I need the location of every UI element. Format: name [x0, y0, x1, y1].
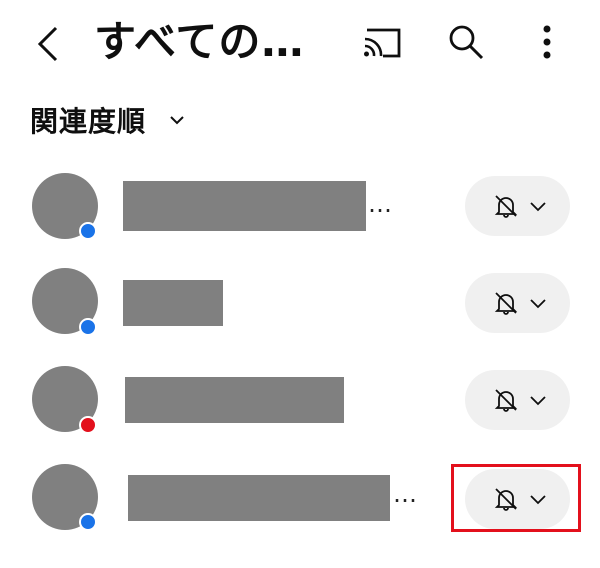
chevron-left-icon[interactable] — [30, 24, 66, 64]
channel-row[interactable]: … — [0, 158, 600, 254]
search-icon[interactable] — [446, 22, 486, 62]
name-ellipsis: … — [393, 480, 418, 508]
top-bar: すべての… — [0, 0, 600, 90]
notification-button[interactable] — [465, 176, 570, 236]
status-dot — [79, 318, 97, 336]
channel-name-redacted — [123, 181, 366, 231]
sort-label: 関連度順 — [30, 105, 147, 138]
status-dot — [79, 513, 97, 531]
bell-off-icon — [494, 389, 518, 412]
channel-row[interactable] — [0, 254, 600, 350]
status-dot — [79, 222, 97, 240]
chevron-down-icon — [170, 116, 184, 125]
channel-name-redacted — [125, 377, 344, 423]
chevron-down-icon — [530, 396, 546, 406]
highlight-box — [451, 464, 581, 532]
channel-name-redacted — [128, 475, 390, 521]
page-title: すべての… — [94, 17, 305, 66]
status-dot — [79, 416, 97, 434]
bell-off-icon — [494, 195, 518, 218]
chevron-down-icon — [530, 202, 546, 212]
channel-name-redacted — [123, 280, 223, 326]
notification-button[interactable] — [465, 273, 570, 333]
chevron-down-icon — [530, 299, 546, 309]
channel-row[interactable] — [0, 350, 600, 446]
cast-icon[interactable] — [361, 26, 403, 60]
sort-dropdown[interactable]: 関連度順 — [30, 100, 186, 140]
notification-button[interactable] — [465, 370, 570, 430]
bell-off-icon — [494, 292, 518, 315]
more-vert-icon[interactable] — [532, 22, 562, 62]
name-ellipsis: … — [368, 190, 393, 218]
